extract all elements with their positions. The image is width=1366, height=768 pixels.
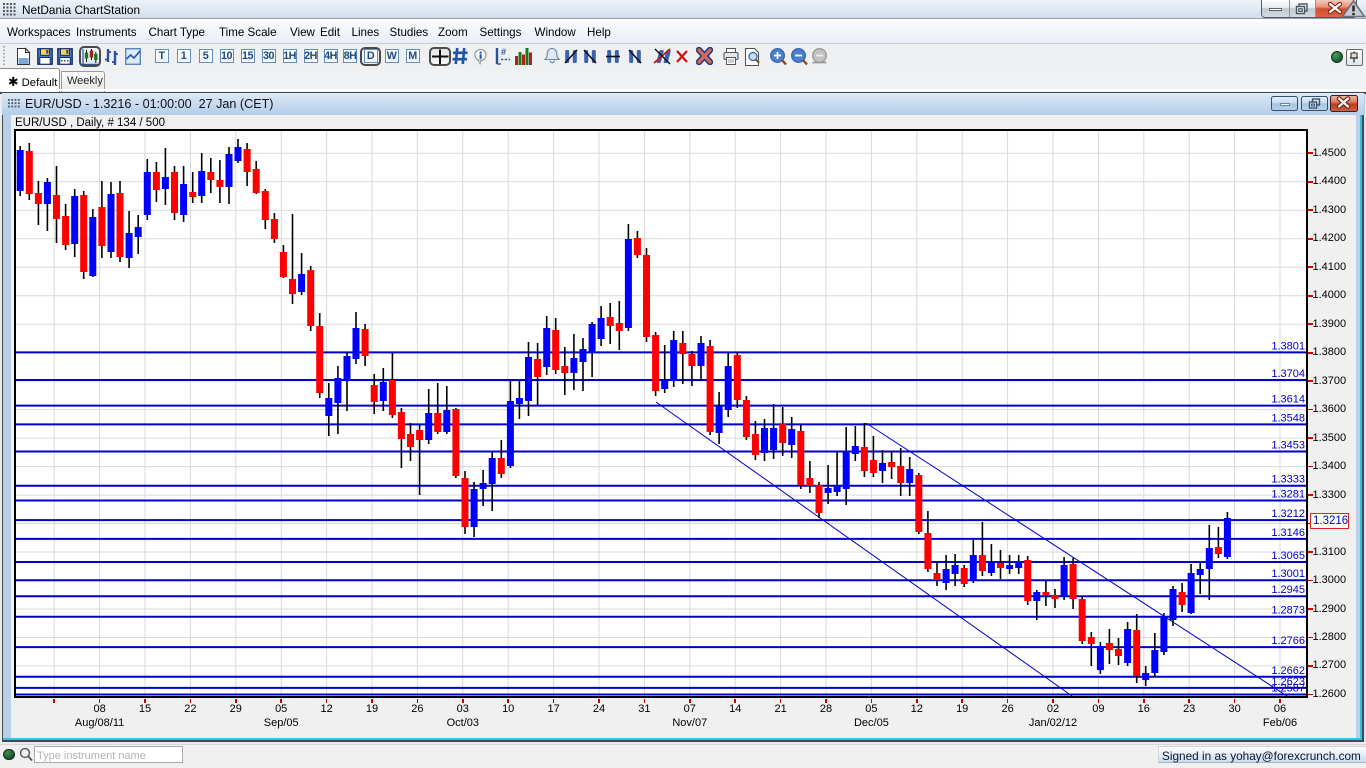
svg-text:1.2766: 1.2766	[1271, 635, 1305, 647]
svg-text:1.2873: 1.2873	[1271, 605, 1305, 617]
svg-text:1.3281: 1.3281	[1271, 489, 1305, 501]
svg-text:1.3212: 1.3212	[1271, 508, 1305, 520]
svg-text:#: #	[501, 47, 506, 57]
svg-text:1.3001: 1.3001	[1271, 568, 1305, 580]
svg-text:1.3704: 1.3704	[1271, 368, 1305, 380]
svg-text:1.3065: 1.3065	[1271, 550, 1305, 562]
svg-text:1.3333: 1.3333	[1271, 474, 1305, 486]
svg-text:1.3146: 1.3146	[1271, 527, 1305, 539]
svg-text:1.3614: 1.3614	[1271, 394, 1305, 406]
svg-text:1.2945: 1.2945	[1271, 584, 1305, 596]
svg-text:1.3548: 1.3548	[1271, 412, 1305, 424]
svg-text:1.3453: 1.3453	[1271, 440, 1305, 452]
svg-text:1.3801: 1.3801	[1271, 340, 1305, 352]
svg-text:1.2587: 1.2587	[1271, 683, 1305, 695]
